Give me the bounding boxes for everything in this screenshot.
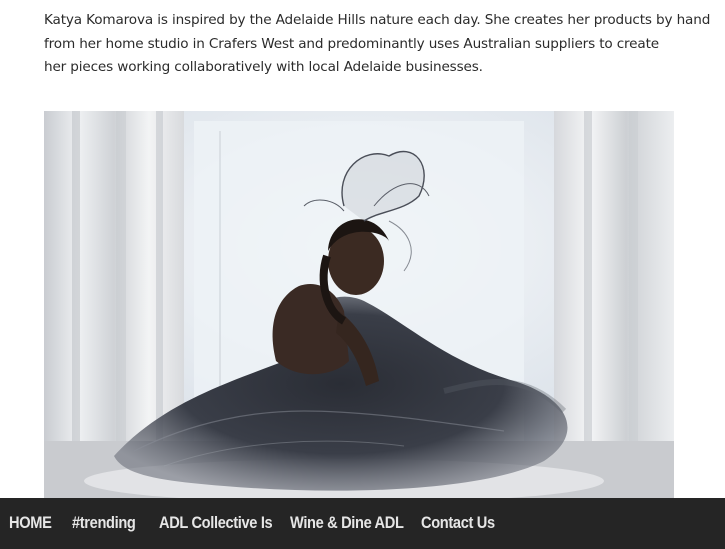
- nav-item-contact-us[interactable]: Contact Us: [421, 513, 495, 533]
- nav-item-wine-and-dine-adl[interactable]: Wine & Dine ADL: [290, 513, 404, 533]
- nav-item-trending[interactable]: #trending: [72, 513, 136, 533]
- fashion-photo: [44, 111, 674, 498]
- intro-paragraph: Katya Komarova is inspired by the Adelai…: [44, 9, 711, 80]
- nav-item-home[interactable]: HOME: [9, 513, 52, 533]
- woman-in-tulle-dress-icon: [44, 111, 674, 498]
- intro-line-3: her pieces working collaboratively with …: [44, 59, 483, 75]
- main-navigation: HOME #trending ADL Collective Is Wine & …: [0, 498, 725, 549]
- intro-line-2: from her home studio in Crafers West and…: [44, 35, 659, 52]
- intro-line-1: Katya Komarova is inspired by the Adelai…: [44, 12, 711, 28]
- nav-item-adl-collective-is[interactable]: ADL Collective Is: [159, 513, 273, 533]
